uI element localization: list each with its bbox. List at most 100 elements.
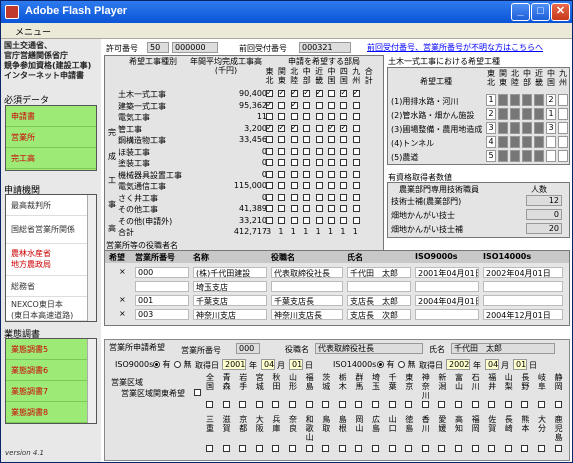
civil-cell[interactable] xyxy=(534,122,544,134)
region-checkbox[interactable] xyxy=(303,136,311,143)
office-iso9[interactable]: 2004年04月01日 xyxy=(415,295,479,306)
civil-cell[interactable] xyxy=(522,150,532,162)
region-checkbox[interactable] xyxy=(340,205,348,212)
office-person[interactable]: 千代田 太郎 xyxy=(347,267,411,278)
region-checkbox[interactable] xyxy=(303,193,311,201)
civil-cell[interactable] xyxy=(534,136,544,148)
list-item[interactable]: 総務省 xyxy=(6,276,96,297)
prefecture-checkbox[interactable] xyxy=(305,401,313,408)
region-checkbox[interactable] xyxy=(290,100,298,109)
region-checkbox[interactable] xyxy=(303,216,311,224)
region-checkbox[interactable] xyxy=(328,90,335,97)
permit-pref-field[interactable]: 50 xyxy=(147,42,169,53)
region-checkbox[interactable] xyxy=(340,193,348,201)
region-checkbox[interactable] xyxy=(340,216,348,224)
civil-cell[interactable] xyxy=(522,108,532,120)
region-checkbox[interactable] xyxy=(266,193,273,201)
civil-cell[interactable] xyxy=(498,94,508,106)
region-checkbox[interactable] xyxy=(303,147,311,155)
minimize-button[interactable]: _ xyxy=(511,3,530,21)
iso14-month[interactable]: 04 xyxy=(485,359,499,370)
region-checkbox[interactable] xyxy=(278,88,286,97)
prefecture-checkbox[interactable] xyxy=(488,445,496,452)
region-checkbox[interactable] xyxy=(315,205,323,212)
civil-cell[interactable] xyxy=(510,122,520,134)
help-link[interactable]: 前回受付番号、営業所番号が不明な方はこちらへ xyxy=(367,42,543,53)
radio-yes[interactable] xyxy=(377,361,384,368)
region-checkbox[interactable] xyxy=(278,193,286,201)
list-item[interactable]: 申請書 xyxy=(6,106,96,127)
region-checkbox[interactable] xyxy=(328,123,335,132)
region-checkbox[interactable] xyxy=(352,170,360,178)
region-checkbox[interactable] xyxy=(266,123,273,132)
region-checkbox[interactable] xyxy=(278,170,286,178)
region-checkbox[interactable] xyxy=(303,88,311,97)
region-checkbox[interactable] xyxy=(352,101,360,109)
civil-cell[interactable] xyxy=(498,122,508,134)
prefecture-checkbox[interactable] xyxy=(372,401,379,408)
civil-cell[interactable]: 5 xyxy=(486,150,496,162)
region-checkbox[interactable] xyxy=(278,123,286,132)
region-checkbox[interactable] xyxy=(315,193,323,201)
prefecture-checkbox[interactable] xyxy=(405,445,413,452)
iso9-day[interactable]: 01 xyxy=(289,359,303,370)
prefecture-checkbox[interactable] xyxy=(388,445,396,452)
civil-cell[interactable] xyxy=(534,94,544,106)
civil-cell[interactable] xyxy=(498,150,508,162)
region-checkbox[interactable] xyxy=(340,159,348,166)
civil-cell[interactable]: 1 xyxy=(546,108,556,120)
permit-number-field[interactable]: 000000 xyxy=(172,42,218,53)
region-checkbox[interactable] xyxy=(290,159,298,166)
region-checkbox[interactable] xyxy=(340,123,348,132)
prefecture-checkbox[interactable] xyxy=(438,401,446,408)
civil-cell[interactable] xyxy=(498,136,508,148)
region-checkbox[interactable] xyxy=(303,159,311,166)
office-name[interactable]: 千葉支店 xyxy=(193,295,267,306)
region-checkbox[interactable] xyxy=(266,182,273,189)
civil-cell[interactable] xyxy=(546,136,556,148)
civil-cell[interactable]: 2 xyxy=(546,94,556,106)
region-checkbox[interactable] xyxy=(315,88,323,97)
radio-yes[interactable] xyxy=(153,361,160,368)
region-checkbox[interactable] xyxy=(278,113,286,120)
region-checkbox[interactable] xyxy=(315,216,323,224)
region-checkbox[interactable] xyxy=(340,88,348,97)
close-button[interactable]: ✕ xyxy=(551,3,570,21)
region-checkbox[interactable] xyxy=(340,170,348,178)
iso14-yes[interactable]: 有 xyxy=(377,359,395,370)
prefecture-checkbox[interactable] xyxy=(554,401,562,408)
prefecture-checkbox[interactable] xyxy=(421,445,429,452)
list-item[interactable]: 営業所 xyxy=(6,127,96,148)
region-checkbox[interactable] xyxy=(266,216,273,224)
prefecture-checkbox[interactable] xyxy=(538,401,545,408)
civil-cell[interactable] xyxy=(522,136,532,148)
prefecture-checkbox[interactable] xyxy=(455,401,462,408)
civil-cell[interactable] xyxy=(498,108,508,120)
region-checkbox[interactable] xyxy=(340,101,348,109)
region-checkbox[interactable] xyxy=(315,159,323,166)
prefecture-checkbox[interactable] xyxy=(222,401,230,408)
prefecture-checkbox[interactable] xyxy=(355,401,363,408)
list-item[interactable]: 農林水産省 地方農政局 xyxy=(6,244,96,276)
civil-cell[interactable] xyxy=(558,94,568,106)
iso14-no[interactable]: 無 xyxy=(398,359,416,370)
civil-cell[interactable] xyxy=(510,108,520,120)
civil-cell[interactable] xyxy=(522,94,532,106)
region-checkbox[interactable] xyxy=(303,113,311,120)
region-checkbox[interactable] xyxy=(303,124,311,132)
office-iso14[interactable] xyxy=(483,295,563,306)
office-iso9[interactable] xyxy=(415,281,479,292)
prefecture-checkbox[interactable] xyxy=(338,401,346,408)
region-checkbox[interactable] xyxy=(290,193,298,201)
office-role[interactable] xyxy=(271,281,343,292)
prefecture-checkbox[interactable] xyxy=(206,401,213,408)
region-checkbox[interactable] xyxy=(328,170,335,178)
list-item[interactable]: 最高裁判所 xyxy=(6,195,96,216)
list-item[interactable]: 国総省営業所関係 xyxy=(6,216,96,244)
office-iso14[interactable] xyxy=(483,281,563,292)
civil-cell[interactable]: 3 xyxy=(546,122,556,134)
civil-cell[interactable] xyxy=(558,150,568,162)
survey-scrollbar[interactable] xyxy=(87,339,96,423)
region-checkbox[interactable] xyxy=(266,88,273,97)
region-checkbox[interactable] xyxy=(315,147,323,155)
